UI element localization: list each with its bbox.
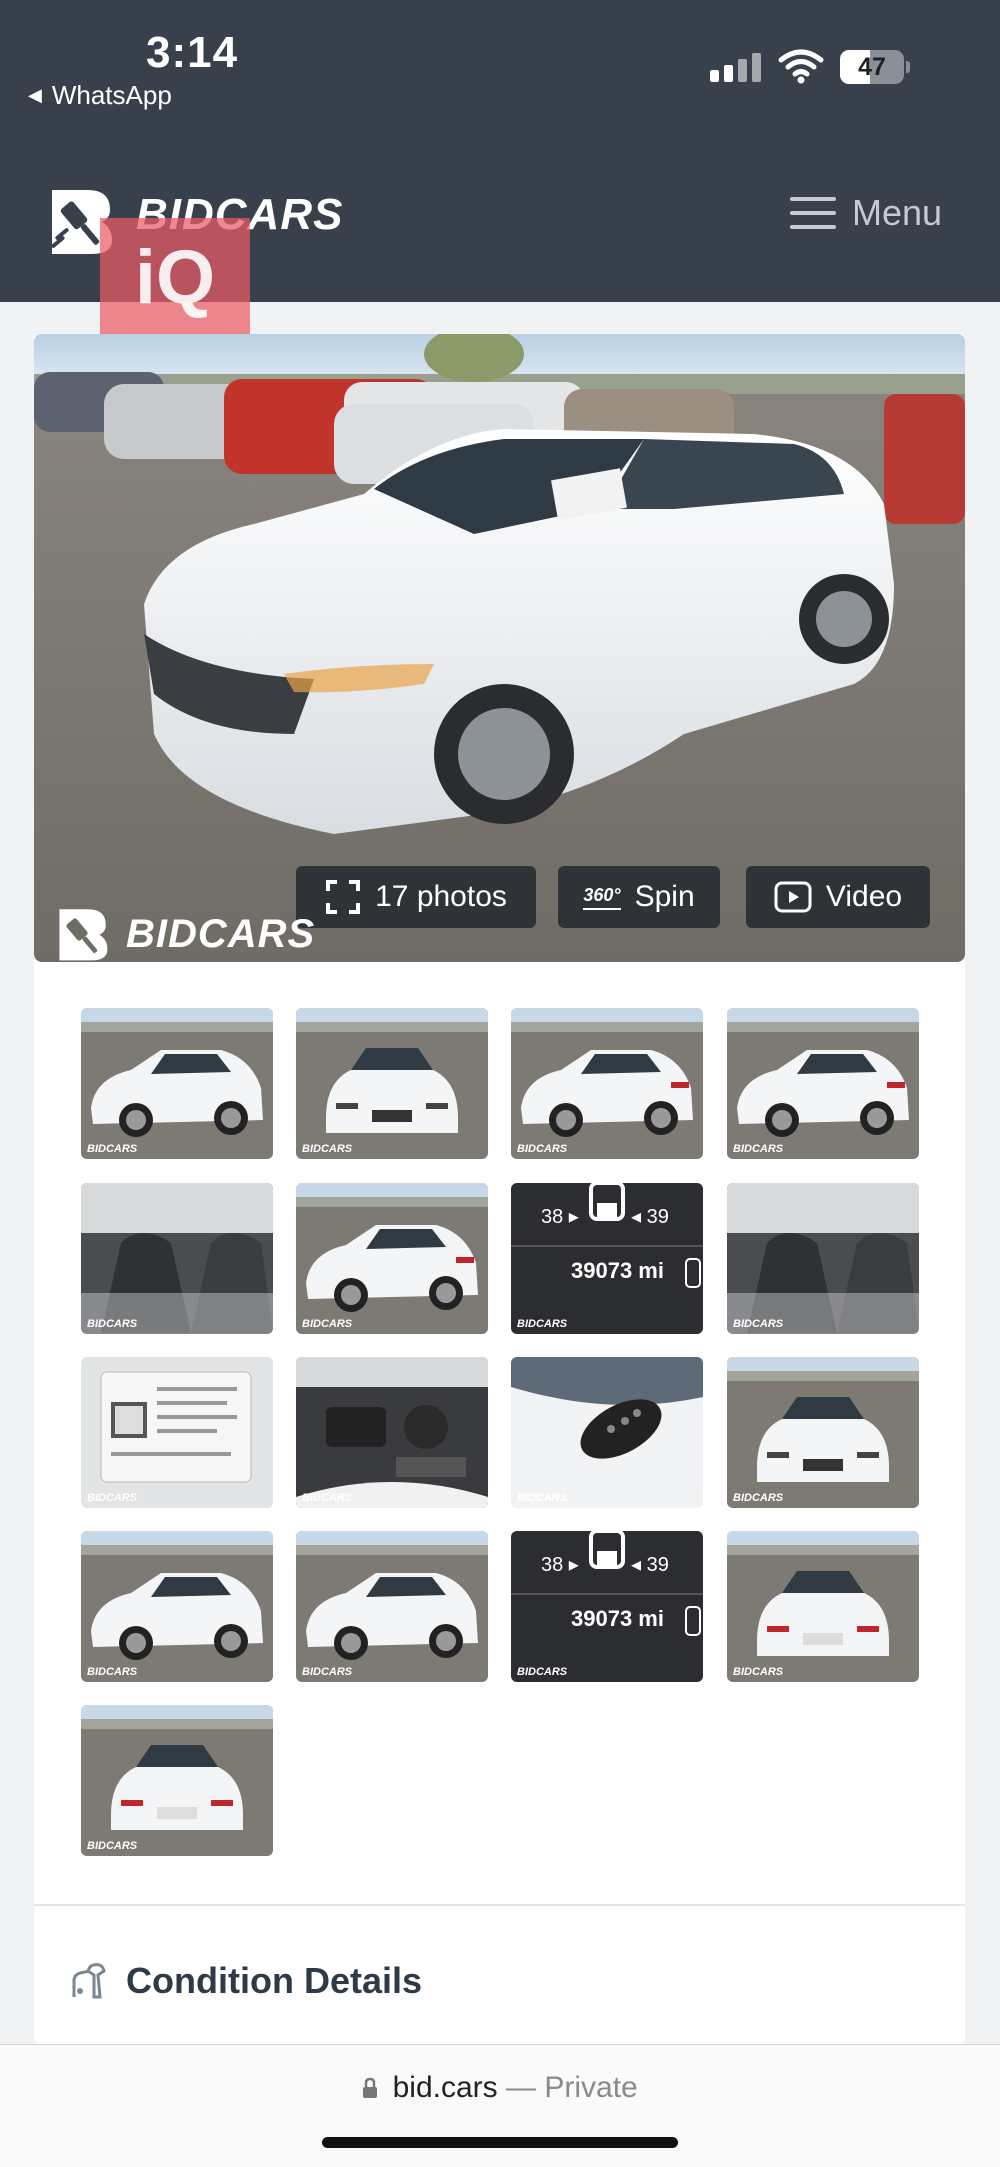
thumbnail-watermark: BIDCARS: [517, 1492, 568, 1504]
photos-button[interactable]: 17 photos: [296, 866, 536, 928]
wifi-icon: [778, 49, 824, 84]
thumbnail-watermark: BIDCARS: [302, 1143, 353, 1155]
cellular-signal-icon: [710, 52, 761, 82]
home-indicator[interactable]: [322, 2137, 678, 2148]
url-separator: —: [506, 2071, 536, 2104]
thumbnail-watermark: BIDCARS: [87, 1666, 138, 1678]
photo-watermark: BIDCARS: [50, 906, 315, 962]
back-app-label: WhatsApp: [51, 80, 172, 110]
watermark-text: BIDCARS: [126, 911, 316, 956]
thumbnail-watermark: BIDCARS: [87, 1492, 138, 1504]
thumbnail-watermark: BIDCARS: [517, 1143, 568, 1155]
gallery-thumbnail[interactable]: BIDCARS: [81, 1357, 273, 1508]
spin-button-label: Spin: [634, 880, 695, 913]
gallery-thumbnail[interactable]: BIDCARS: [296, 1531, 488, 1682]
watermark-logo-icon: [59, 909, 108, 961]
back-arrow-icon: ◀: [28, 85, 42, 105]
lock-icon: [363, 2077, 378, 2098]
thumbnail-watermark: BIDCARS: [87, 1143, 138, 1155]
svg-text:38 ▸: 38 ▸: [541, 1206, 579, 1228]
svg-text:◂ 39: ◂ 39: [631, 1206, 669, 1228]
gallery-thumbnail[interactable]: BIDCARS: [511, 1008, 703, 1159]
thumbnail-watermark: BIDCARS: [302, 1318, 353, 1330]
thumbnail-watermark: BIDCARS: [302, 1492, 353, 1504]
thumbnail-watermark: BIDCARS: [733, 1318, 784, 1330]
gallery-thumbnail[interactable]: BIDCARS: [296, 1008, 488, 1159]
photos-button-label: 17 photos: [375, 880, 507, 913]
section-title: Condition Details: [126, 1960, 422, 2001]
listing-card: 17 photos 360° Spin Video BIDCARS BIDCAR…: [34, 334, 965, 2044]
back-to-app-link[interactable]: ◀ WhatsApp: [28, 80, 172, 111]
gallery-thumbnail[interactable]: BIDCARS: [81, 1531, 273, 1682]
svg-text:38 ▸: 38 ▸: [541, 1554, 579, 1576]
thumbnail-watermark: BIDCARS: [517, 1318, 568, 1330]
gallery-thumbnail[interactable]: BIDCARS: [296, 1183, 488, 1334]
thumbnail-watermark: BIDCARS: [733, 1666, 784, 1678]
thumbnail-watermark: BIDCARS: [87, 1318, 138, 1330]
svg-text:◂ 39: ◂ 39: [631, 1554, 669, 1576]
hamburger-icon: [790, 195, 836, 231]
video-button-label: Video: [825, 880, 903, 913]
fullscreen-icon: [326, 880, 361, 914]
main-photo[interactable]: 17 photos 360° Spin Video BIDCARS: [34, 334, 965, 962]
video-button[interactable]: Video: [746, 866, 930, 928]
gallery-thumbnail[interactable]: BIDCARS: [296, 1357, 488, 1508]
menu-button[interactable]: Menu: [790, 192, 942, 234]
section-divider: [34, 1904, 965, 1906]
battery-icon: 47: [840, 50, 910, 84]
url-domain: bid.cars: [392, 2071, 498, 2104]
gallery-thumbnail[interactable]: BIDCARS: [727, 1357, 919, 1508]
wrench-car-icon: [72, 1963, 106, 1999]
menu-label: Menu: [852, 192, 943, 233]
svg-text:39073 mi: 39073 mi: [571, 1258, 664, 1283]
gallery-thumbnail[interactable]: BIDCARS: [81, 1183, 273, 1334]
thumbnail-watermark: BIDCARS: [733, 1492, 784, 1504]
spin-button[interactable]: 360° Spin: [558, 866, 720, 928]
play-icon: [774, 881, 812, 913]
condition-details-header[interactable]: Condition Details: [68, 1960, 422, 2002]
url-display[interactable]: bid.cars — Private: [0, 2071, 1000, 2105]
battery-percent: 47: [858, 53, 886, 81]
spin-360-icon: 360°: [583, 885, 621, 910]
gallery-thumbnail[interactable]: 38 ▸ ◂ 39 39073 mi BIDCARS: [511, 1531, 703, 1682]
private-label: Private: [544, 2071, 638, 2104]
gallery-thumbnail[interactable]: BIDCARS: [81, 1705, 273, 1856]
thumbnail-watermark: BIDCARS: [302, 1666, 353, 1678]
thumbnail-watermark: BIDCARS: [517, 1666, 568, 1678]
iq-overlay-badge: iQ: [100, 218, 250, 338]
gallery-thumbnail[interactable]: BIDCARS: [511, 1357, 703, 1508]
gallery-thumbnail[interactable]: BIDCARS: [727, 1531, 919, 1682]
thumbnail-watermark: BIDCARS: [87, 1840, 138, 1852]
gallery-thumbnail[interactable]: 38 ▸ ◂ 39 39073 mi BIDCARS: [511, 1183, 703, 1334]
gallery-thumbnail[interactable]: BIDCARS: [727, 1008, 919, 1159]
status-time: 3:14: [146, 28, 239, 77]
browser-url-bar[interactable]: bid.cars — Private: [0, 2044, 1000, 2167]
thumbnail-watermark: BIDCARS: [733, 1143, 784, 1155]
gallery-thumbnail[interactable]: BIDCARS: [727, 1183, 919, 1334]
gallery-thumbnail[interactable]: BIDCARS: [81, 1008, 273, 1159]
svg-text:39073 mi: 39073 mi: [571, 1606, 664, 1631]
